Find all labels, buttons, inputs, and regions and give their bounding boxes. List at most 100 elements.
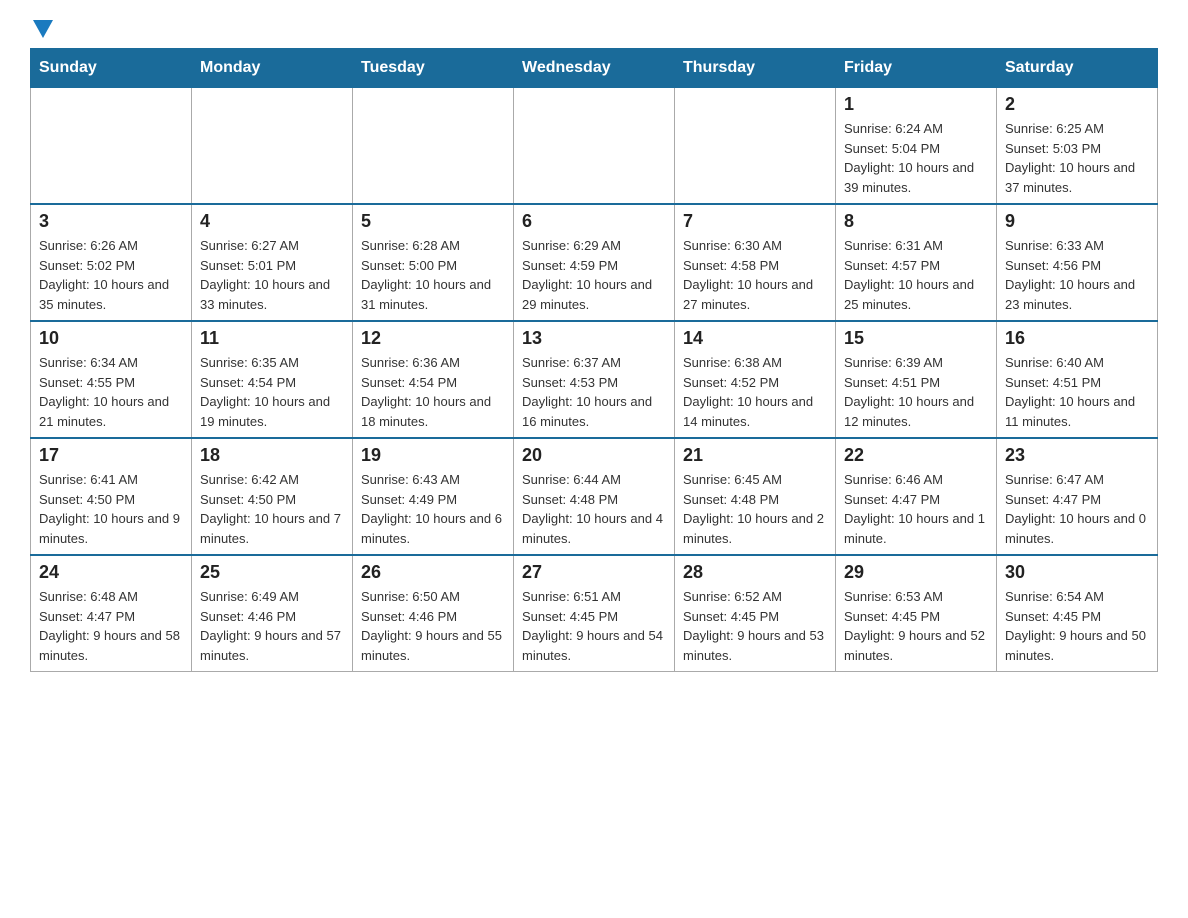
day-number: 12: [361, 328, 505, 349]
day-number: 11: [200, 328, 344, 349]
calendar-cell: 4 Sunrise: 6:27 AMSunset: 5:01 PMDaylight…: [192, 204, 353, 321]
day-info: Sunrise: 6:48 AMSunset: 4:47 PMDaylight:…: [39, 587, 183, 665]
day-number: 19: [361, 445, 505, 466]
calendar-cell: 27Sunrise: 6:51 AMSunset: 4:45 PMDayligh…: [514, 555, 675, 672]
calendar-cell: 14 Sunrise: 6:38 AMSunset: 4:52 PMDayligh…: [675, 321, 836, 438]
day-of-week-header: Sunday: [31, 49, 192, 88]
day-number: 2: [1005, 94, 1149, 115]
calendar-cell: 6Sunrise: 6:29 AMSunset: 4:59 PMDaylight…: [514, 204, 675, 321]
day-of-week-header: Tuesday: [353, 49, 514, 88]
calendar-cell: 24Sunrise: 6:48 AMSunset: 4:47 PMDayligh…: [31, 555, 192, 672]
day-info: Sunrise: 6:28 AMSunset: 5:00 PMDaylight:…: [361, 236, 505, 314]
day-number: 8: [844, 211, 988, 232]
calendar-cell: 29 Sunrise: 6:53 AMSunset: 4:45 PMDayligh…: [836, 555, 997, 672]
calendar-cell: 23Sunrise: 6:47 AMSunset: 4:47 PMDayligh…: [997, 438, 1158, 555]
day-number: 30: [1005, 562, 1149, 583]
day-number: 4: [200, 211, 344, 232]
calendar-cell: 26Sunrise: 6:50 AMSunset: 4:46 PMDayligh…: [353, 555, 514, 672]
day-number: 21: [683, 445, 827, 466]
calendar-cell: 15 Sunrise: 6:39 AMSunset: 4:51 PMDayligh…: [836, 321, 997, 438]
calendar-cell: 25 Sunrise: 6:49 AMSunset: 4:46 PMDayligh…: [192, 555, 353, 672]
calendar-week-row: 10 Sunrise: 6:34 AMSunset: 4:55 PMDayligh…: [31, 321, 1158, 438]
day-info: Sunrise: 6:52 AMSunset: 4:45 PMDaylight:…: [683, 587, 827, 665]
day-info: Sunrise: 6:35 AMSunset: 4:54 PMDaylight:…: [200, 353, 344, 431]
day-info: Sunrise: 6:37 AMSunset: 4:53 PMDaylight:…: [522, 353, 666, 431]
calendar-cell: 5 Sunrise: 6:28 AMSunset: 5:00 PMDaylight…: [353, 204, 514, 321]
day-number: 9: [1005, 211, 1149, 232]
calendar-cell: [675, 88, 836, 205]
day-info: Sunrise: 6:30 AMSunset: 4:58 PMDaylight:…: [683, 236, 827, 314]
day-info: Sunrise: 6:47 AMSunset: 4:47 PMDaylight:…: [1005, 470, 1149, 548]
calendar-cell: 11 Sunrise: 6:35 AMSunset: 4:54 PMDayligh…: [192, 321, 353, 438]
logo-triangle-icon: [33, 20, 53, 38]
page-header: [30, 20, 1158, 38]
calendar-cell: [192, 88, 353, 205]
day-number: 14: [683, 328, 827, 349]
day-info: Sunrise: 6:49 AMSunset: 4:46 PMDaylight:…: [200, 587, 344, 665]
day-info: Sunrise: 6:45 AMSunset: 4:48 PMDaylight:…: [683, 470, 827, 548]
day-info: Sunrise: 6:44 AMSunset: 4:48 PMDaylight:…: [522, 470, 666, 548]
day-of-week-header: Monday: [192, 49, 353, 88]
calendar-cell: 20 Sunrise: 6:44 AMSunset: 4:48 PMDayligh…: [514, 438, 675, 555]
calendar-cell: 10 Sunrise: 6:34 AMSunset: 4:55 PMDayligh…: [31, 321, 192, 438]
calendar-week-row: 3 Sunrise: 6:26 AMSunset: 5:02 PMDaylight…: [31, 204, 1158, 321]
day-number: 3: [39, 211, 183, 232]
day-of-week-header: Friday: [836, 49, 997, 88]
day-info: Sunrise: 6:25 AMSunset: 5:03 PMDaylight:…: [1005, 119, 1149, 197]
calendar-cell: [31, 88, 192, 205]
day-number: 1: [844, 94, 988, 115]
calendar-cell: 16Sunrise: 6:40 AMSunset: 4:51 PMDayligh…: [997, 321, 1158, 438]
calendar-cell: 22 Sunrise: 6:46 AMSunset: 4:47 PMDayligh…: [836, 438, 997, 555]
day-number: 28: [683, 562, 827, 583]
calendar-cell: 13 Sunrise: 6:37 AMSunset: 4:53 PMDayligh…: [514, 321, 675, 438]
day-info: Sunrise: 6:26 AMSunset: 5:02 PMDaylight:…: [39, 236, 183, 314]
day-info: Sunrise: 6:34 AMSunset: 4:55 PMDaylight:…: [39, 353, 183, 431]
calendar-cell: 12 Sunrise: 6:36 AMSunset: 4:54 PMDayligh…: [353, 321, 514, 438]
calendar-cell: 21 Sunrise: 6:45 AMSunset: 4:48 PMDayligh…: [675, 438, 836, 555]
day-number: 17: [39, 445, 183, 466]
day-info: Sunrise: 6:36 AMSunset: 4:54 PMDaylight:…: [361, 353, 505, 431]
day-number: 15: [844, 328, 988, 349]
calendar-cell: 1 Sunrise: 6:24 AMSunset: 5:04 PMDaylight…: [836, 88, 997, 205]
day-number: 29: [844, 562, 988, 583]
day-number: 20: [522, 445, 666, 466]
calendar-cell: 2 Sunrise: 6:25 AMSunset: 5:03 PMDaylight…: [997, 88, 1158, 205]
day-info: Sunrise: 6:24 AMSunset: 5:04 PMDaylight:…: [844, 119, 988, 197]
day-info: Sunrise: 6:46 AMSunset: 4:47 PMDaylight:…: [844, 470, 988, 548]
calendar-cell: 18 Sunrise: 6:42 AMSunset: 4:50 PMDayligh…: [192, 438, 353, 555]
day-of-week-header: Wednesday: [514, 49, 675, 88]
day-number: 22: [844, 445, 988, 466]
day-info: Sunrise: 6:29 AMSunset: 4:59 PMDaylight:…: [522, 236, 666, 314]
calendar-cell: 28 Sunrise: 6:52 AMSunset: 4:45 PMDayligh…: [675, 555, 836, 672]
day-number: 5: [361, 211, 505, 232]
day-number: 7: [683, 211, 827, 232]
day-info: Sunrise: 6:41 AMSunset: 4:50 PMDaylight:…: [39, 470, 183, 548]
day-info: Sunrise: 6:54 AMSunset: 4:45 PMDaylight:…: [1005, 587, 1149, 665]
calendar-cell: 19 Sunrise: 6:43 AMSunset: 4:49 PMDayligh…: [353, 438, 514, 555]
calendar-week-row: 1 Sunrise: 6:24 AMSunset: 5:04 PMDaylight…: [31, 88, 1158, 205]
day-number: 10: [39, 328, 183, 349]
calendar-cell: [353, 88, 514, 205]
calendar-cell: 9 Sunrise: 6:33 AMSunset: 4:56 PMDaylight…: [997, 204, 1158, 321]
calendar-cell: 3 Sunrise: 6:26 AMSunset: 5:02 PMDaylight…: [31, 204, 192, 321]
day-number: 18: [200, 445, 344, 466]
calendar-cell: 7 Sunrise: 6:30 AMSunset: 4:58 PMDaylight…: [675, 204, 836, 321]
day-of-week-header: Saturday: [997, 49, 1158, 88]
calendar-week-row: 24Sunrise: 6:48 AMSunset: 4:47 PMDayligh…: [31, 555, 1158, 672]
day-number: 25: [200, 562, 344, 583]
day-info: Sunrise: 6:43 AMSunset: 4:49 PMDaylight:…: [361, 470, 505, 548]
day-info: Sunrise: 6:27 AMSunset: 5:01 PMDaylight:…: [200, 236, 344, 314]
day-info: Sunrise: 6:42 AMSunset: 4:50 PMDaylight:…: [200, 470, 344, 548]
day-number: 16: [1005, 328, 1149, 349]
calendar-week-row: 17 Sunrise: 6:41 AMSunset: 4:50 PMDayligh…: [31, 438, 1158, 555]
day-of-week-header: Thursday: [675, 49, 836, 88]
day-info: Sunrise: 6:53 AMSunset: 4:45 PMDaylight:…: [844, 587, 988, 665]
day-info: Sunrise: 6:38 AMSunset: 4:52 PMDaylight:…: [683, 353, 827, 431]
day-info: Sunrise: 6:33 AMSunset: 4:56 PMDaylight:…: [1005, 236, 1149, 314]
calendar-cell: 17 Sunrise: 6:41 AMSunset: 4:50 PMDayligh…: [31, 438, 192, 555]
logo: [30, 20, 56, 38]
day-number: 13: [522, 328, 666, 349]
calendar-header-row: SundayMondayTuesdayWednesdayThursdayFrid…: [31, 49, 1158, 88]
day-info: Sunrise: 6:39 AMSunset: 4:51 PMDaylight:…: [844, 353, 988, 431]
calendar-cell: 8Sunrise: 6:31 AMSunset: 4:57 PMDaylight…: [836, 204, 997, 321]
